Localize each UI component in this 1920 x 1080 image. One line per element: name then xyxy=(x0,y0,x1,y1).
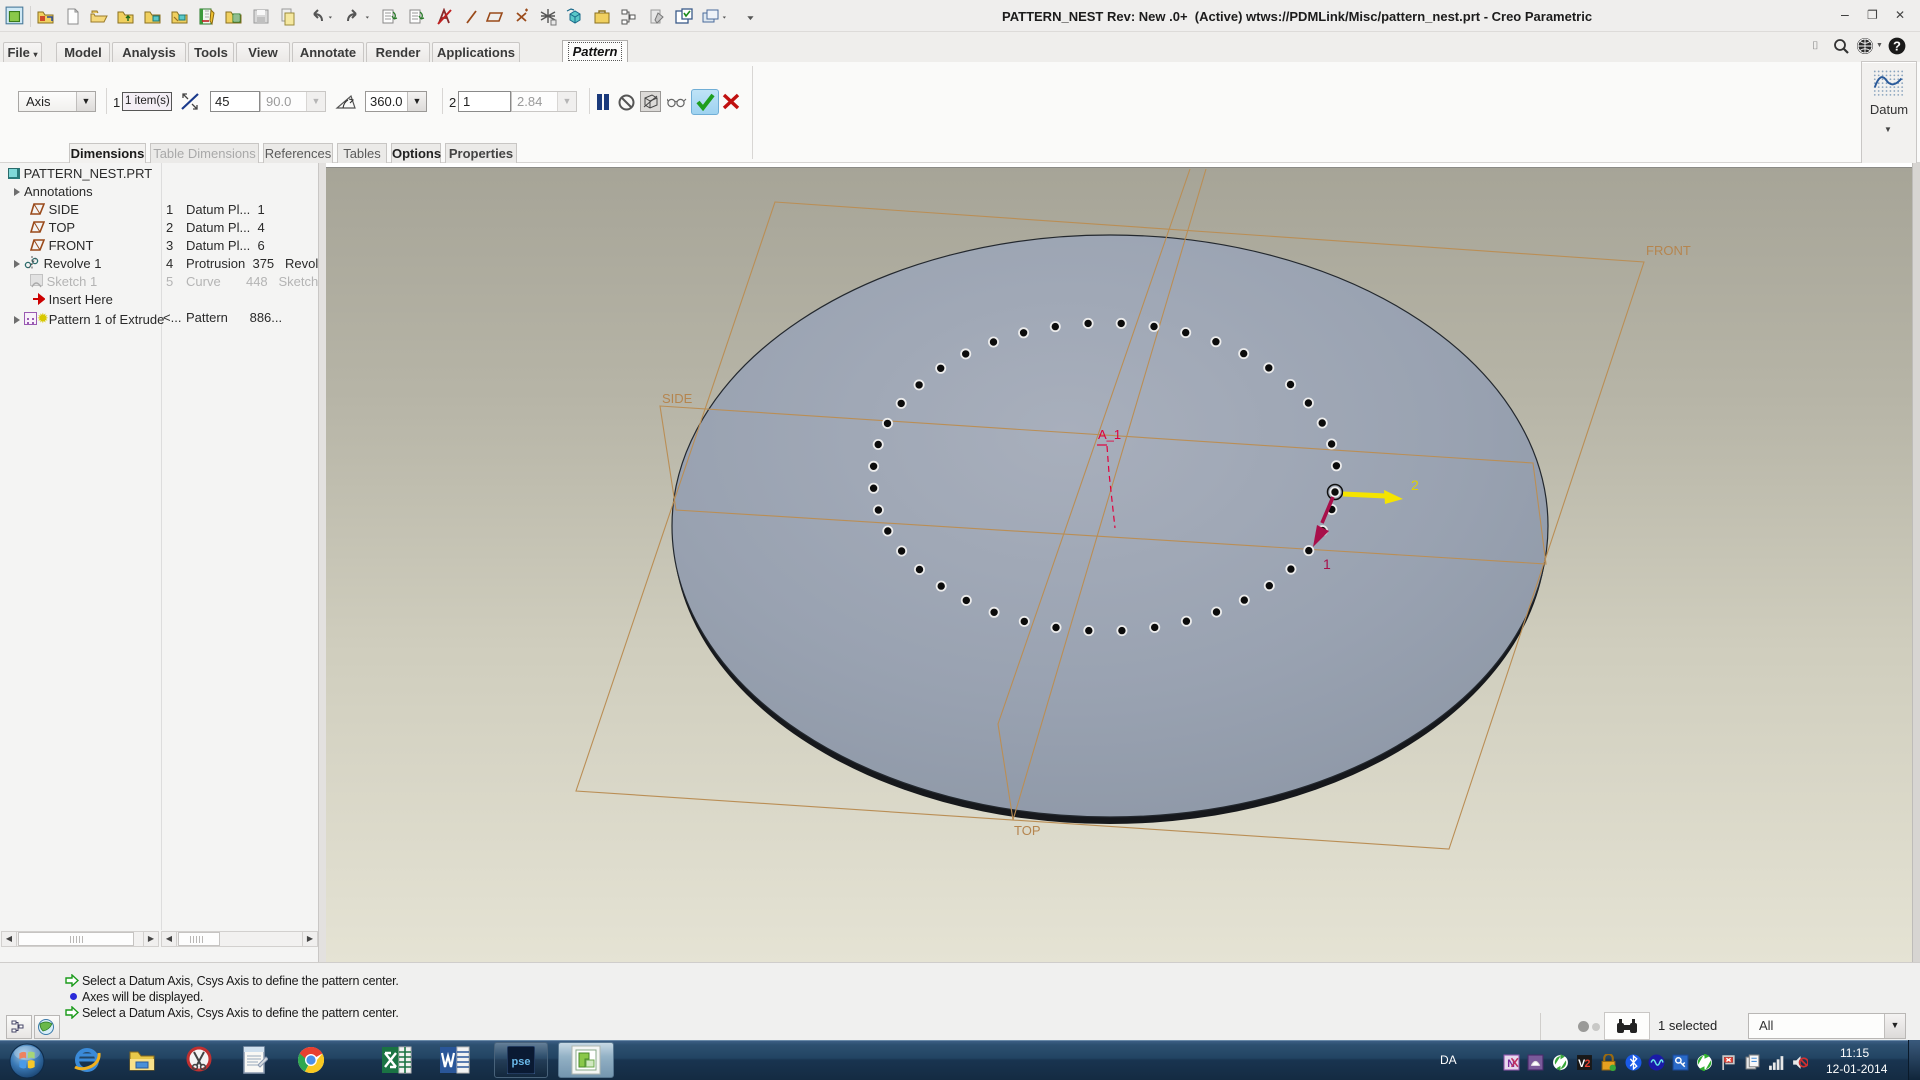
svg-text:1: 1 xyxy=(1323,556,1331,572)
svg-text:SIDE: SIDE xyxy=(662,391,693,406)
svg-text:TOP: TOP xyxy=(1014,823,1041,838)
svg-text:2: 2 xyxy=(1411,477,1419,493)
svg-text:pse: pse xyxy=(512,1056,531,1068)
svg-text:FRONT: FRONT xyxy=(1646,243,1691,258)
svg-text:2: 2 xyxy=(1585,1058,1591,1070)
svg-text:?: ? xyxy=(1893,39,1901,54)
svg-text:A_1: A_1 xyxy=(1098,427,1121,442)
